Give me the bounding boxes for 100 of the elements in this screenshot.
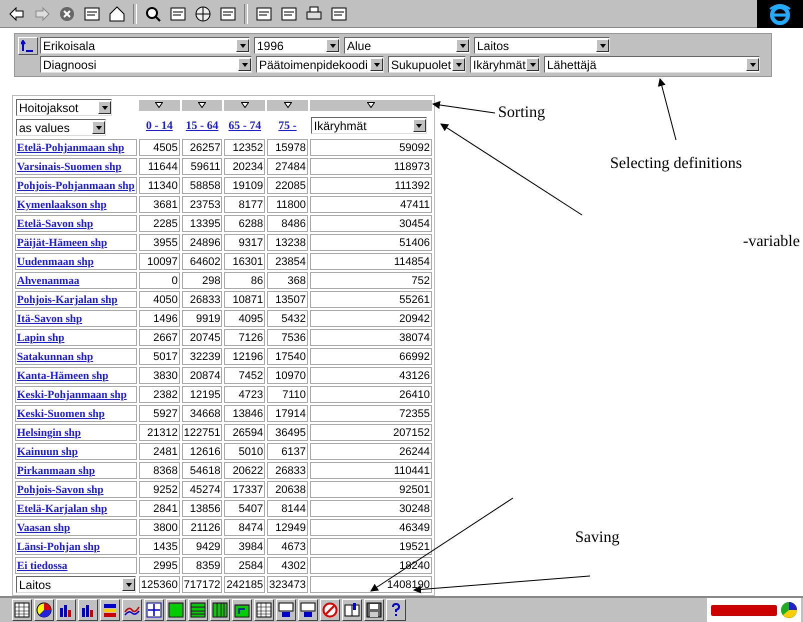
table-button[interactable] xyxy=(12,599,32,621)
measure-dropdown[interactable]: Hoitojaksot xyxy=(16,99,112,116)
table-cell: 26833 xyxy=(182,291,222,308)
stop-icon xyxy=(58,4,76,22)
table-cell: 13395 xyxy=(182,215,222,232)
column-header-link[interactable]: 15 - 64 xyxy=(182,120,222,132)
table-cell: 298 xyxy=(182,272,222,289)
table-cell: 59092 xyxy=(310,139,432,156)
table-cell: 12616 xyxy=(182,443,222,460)
display-dropdown[interactable]: as values xyxy=(16,119,106,136)
table-cell: 11644 xyxy=(139,158,180,175)
column-header-link[interactable]: 75 - xyxy=(268,120,307,132)
table-cell: 2481 xyxy=(139,443,180,460)
column-header-link[interactable]: 65 - 74 xyxy=(225,120,264,132)
table-cell: 2667 xyxy=(139,329,180,346)
rows-button[interactable] xyxy=(188,599,208,621)
table-cell: 13238 xyxy=(267,234,308,251)
sort-button[interactable] xyxy=(224,100,266,111)
save-button[interactable] xyxy=(364,599,384,621)
move-icon xyxy=(146,602,162,618)
table-cell: 3984 xyxy=(224,538,266,555)
columns-button[interactable] xyxy=(210,599,230,621)
total-cell: 242185 xyxy=(224,576,266,593)
filter-dropdown[interactable]: Lähettäjä xyxy=(544,56,760,73)
filter-dropdown[interactable]: Laitos xyxy=(474,37,610,54)
table-cell: 22085 xyxy=(267,177,308,194)
filter-dropdown[interactable]: Erikoisala xyxy=(40,37,250,54)
filter-dropdown[interactable]: Alue xyxy=(344,37,470,54)
sort-button[interactable] xyxy=(267,100,308,111)
table-cell: 3955 xyxy=(139,234,180,251)
move-button[interactable] xyxy=(144,599,164,621)
table-cell: 4505 xyxy=(139,139,180,156)
table-cell: 9429 xyxy=(182,538,222,555)
filter-dropdown[interactable]: Sukupuolet xyxy=(388,56,466,73)
sort-button[interactable] xyxy=(139,100,180,111)
book-button[interactable] xyxy=(342,599,362,621)
table-cell: 114854 xyxy=(310,253,432,270)
table-cell: 6137 xyxy=(267,443,308,460)
row-dimension-dropdown[interactable]: Laitos xyxy=(16,576,136,593)
pie-chart-button[interactable] xyxy=(34,599,54,621)
table-cell: 7536 xyxy=(267,329,308,346)
table-cell: 8359 xyxy=(182,557,222,574)
no-entry-button[interactable] xyxy=(320,599,340,621)
table-cell: 17540 xyxy=(267,348,308,365)
bar-chart-icon xyxy=(80,602,96,618)
table-cell: 3830 xyxy=(139,367,180,384)
table-cell: 17914 xyxy=(267,405,308,422)
sort-button[interactable] xyxy=(182,100,222,111)
table-cell: 34668 xyxy=(182,405,222,422)
table-cell: 20745 xyxy=(182,329,222,346)
bar-chart-button[interactable] xyxy=(78,599,98,621)
frame-icon xyxy=(168,602,184,618)
rows-icon xyxy=(190,602,206,618)
column-header-link[interactable]: 0 - 14 xyxy=(140,120,179,132)
table-cell: 7110 xyxy=(267,386,308,403)
table-cell: 752 xyxy=(310,272,432,289)
filter-dropdown[interactable]: Diagnoosi xyxy=(40,56,252,73)
table-cell: 21312 xyxy=(139,424,180,441)
filter-dropdown[interactable]: Ikäryhmät xyxy=(470,56,540,73)
table-cell: 2841 xyxy=(139,500,180,517)
table-cell: 1496 xyxy=(139,310,180,327)
table-cell: 9919 xyxy=(182,310,222,327)
table-cell: 5017 xyxy=(139,348,180,365)
table-cell: 9252 xyxy=(139,481,180,498)
table-cell: 11800 xyxy=(267,196,308,213)
table-cell: 10097 xyxy=(139,253,180,270)
table-cell: 19109 xyxy=(224,177,266,194)
table-cell: 5432 xyxy=(267,310,308,327)
frame-button[interactable] xyxy=(166,599,186,621)
table-cell: 46349 xyxy=(310,519,432,536)
table-cell: 368 xyxy=(267,272,308,289)
table-cell: 1435 xyxy=(139,538,180,555)
line-chart-button[interactable] xyxy=(122,599,142,621)
browser-logo-icon xyxy=(768,2,792,24)
help-button[interactable] xyxy=(386,599,406,621)
table-cell: 5010 xyxy=(224,443,266,460)
table-cell: 10970 xyxy=(267,367,308,384)
column-dimension-dropdown[interactable]: Ikäryhmät xyxy=(310,117,427,134)
table-cell: 16301 xyxy=(224,253,266,270)
annotation-label: Saving xyxy=(575,529,620,547)
table-cell: 3681 xyxy=(139,196,180,213)
filter-dropdown[interactable]: Päätoimenpidekoodi xyxy=(256,56,384,73)
bar-chart-button[interactable] xyxy=(56,599,76,621)
forward-arrow-icon xyxy=(33,4,51,22)
table-cell: 122751 xyxy=(182,424,222,441)
filter-dropdown[interactable]: 1996 xyxy=(254,37,340,54)
table-cell: 8474 xyxy=(224,519,266,536)
table-cell: 24896 xyxy=(182,234,222,251)
table-cell: 110441 xyxy=(310,462,432,479)
table-cell: 72355 xyxy=(310,405,432,422)
save-icon xyxy=(366,602,382,618)
no-entry-icon xyxy=(322,602,338,618)
drill-up-button[interactable] xyxy=(18,37,38,55)
stacked-bar-button[interactable] xyxy=(100,599,120,621)
table-cell: 15978 xyxy=(267,139,308,156)
table-cell: 4095 xyxy=(224,310,266,327)
table-cell: 4302 xyxy=(267,557,308,574)
table-cell: 12196 xyxy=(224,348,266,365)
annotation-label: Sorting xyxy=(498,104,546,122)
table-cell: 207152 xyxy=(310,424,432,441)
